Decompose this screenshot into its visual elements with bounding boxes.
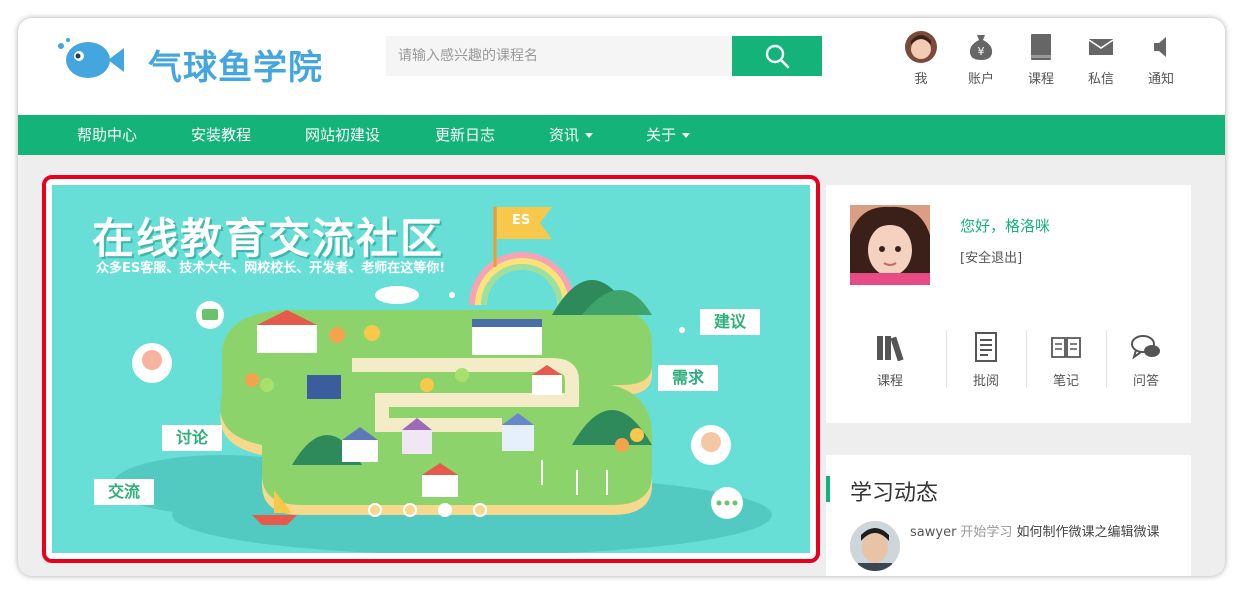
banner-subtitle: 众多ES客服、技术大牛、网校校长、开发者、老师在这等你!	[96, 261, 446, 276]
user-card: 您好，格洛咪 [安全退出] 课程 批阅 笔记 问答	[826, 185, 1191, 423]
nav-item-install-guide[interactable]: 安装教程	[191, 115, 251, 155]
top-icon-label: 通知	[1147, 72, 1174, 87]
app-frame: 气球鱼学院 我	[18, 18, 1225, 576]
header: 气球鱼学院 我	[18, 18, 1225, 115]
top-icon-notifications[interactable]: 通知	[1136, 30, 1186, 87]
quick-link-review[interactable]: 批阅	[946, 330, 1026, 389]
feed-avatar[interactable]	[850, 521, 900, 571]
nav-item-site-setup[interactable]: 网站初建设	[305, 115, 380, 155]
top-icon-label: 我	[914, 72, 928, 87]
nav-item-about[interactable]: 关于	[646, 115, 691, 155]
banner-carousel[interactable]: 在线教育交流社区 众多ES客服、技术大牛、网校校长、开发者、老师在这等你! ES…	[52, 185, 810, 553]
top-icon-label: 私信	[1087, 72, 1114, 87]
feed-username[interactable]: sawyer	[910, 525, 956, 540]
open-book-icon	[1051, 337, 1081, 358]
nav-label: 帮助中心	[77, 126, 138, 144]
svg-text:¥: ¥	[978, 45, 985, 58]
banner-tag-exchange: 交流	[94, 479, 155, 505]
nav-item-changelog[interactable]: 更新日志	[435, 115, 495, 155]
speaker-icon	[1154, 37, 1166, 57]
carousel-dot[interactable]	[368, 503, 382, 517]
chat-bubbles-icon	[1131, 335, 1160, 360]
carousel-dot-active[interactable]	[438, 503, 452, 517]
user-photo-icon	[850, 521, 900, 571]
logo-text: 气球鱼学院	[148, 48, 323, 88]
top-icon-account[interactable]: ¥ 账户	[956, 30, 1006, 87]
carousel-dot[interactable]	[403, 503, 417, 517]
feed-content[interactable]: 如何制作微课之编辑微课	[1016, 525, 1159, 540]
search-bar	[386, 36, 822, 76]
search-icon	[765, 44, 790, 69]
nav-label: 安装教程	[191, 126, 252, 144]
user-avatar-icon	[905, 31, 937, 63]
quick-link-label: 笔记	[1052, 374, 1079, 389]
nav-label: 资讯	[549, 126, 580, 144]
top-icon-messages[interactable]: 私信	[1076, 30, 1126, 87]
document-icon	[975, 332, 997, 362]
search-button[interactable]	[732, 36, 822, 76]
banner-highlight-frame: 在线教育交流社区 众多ES客服、技术大牛、网校校长、开发者、老师在这等你! ES…	[42, 175, 820, 563]
feed-title: 学习动态	[850, 481, 939, 506]
books-icon	[877, 336, 904, 361]
search-input[interactable]	[386, 36, 732, 76]
banner-tag-requirement: 需求	[658, 365, 719, 391]
quick-link-notes[interactable]: 笔记	[1026, 330, 1106, 389]
top-icon-me[interactable]: 我	[896, 30, 946, 87]
carousel-dot[interactable]	[473, 503, 487, 517]
chevron-down-icon	[682, 133, 691, 138]
nav-item-news[interactable]: 资讯	[549, 115, 594, 155]
nav-item-help[interactable]: 帮助中心	[77, 115, 137, 155]
top-icon-course[interactable]: 课程	[1016, 30, 1066, 87]
section-accent-bar	[826, 476, 830, 502]
quick-link-label: 课程	[876, 374, 903, 389]
banner-tag-suggestion: 建议	[700, 309, 761, 335]
chevron-down-icon	[585, 133, 594, 138]
money-bag-icon: ¥	[969, 35, 993, 60]
learning-feed: 学习动态 sawyer 开始学习 如何制作微课之编辑微课	[826, 455, 1191, 576]
quick-link-label: 问答	[1132, 374, 1159, 389]
book-icon	[1031, 34, 1051, 60]
quick-links: 课程 批阅 笔记 问答	[850, 330, 1170, 390]
quick-link-qa[interactable]: 问答	[1106, 330, 1186, 389]
user-avatar[interactable]	[850, 205, 930, 285]
top-icon-bar: 我 ¥ 账户 课程 私信 通知	[896, 30, 1196, 100]
main-nav: 帮助中心 安装教程 网站初建设 更新日志 资讯 关于	[18, 115, 1225, 155]
logo[interactable]: 气球鱼学院	[56, 36, 322, 88]
feed-action: 开始学习	[960, 525, 1013, 540]
top-icon-label: 课程	[1027, 72, 1054, 87]
nav-label: 关于	[646, 126, 677, 144]
quick-link-label: 批阅	[972, 374, 999, 389]
nav-label: 更新日志	[435, 126, 496, 144]
mail-icon	[1088, 39, 1114, 55]
nav-label: 网站初建设	[305, 126, 381, 144]
logout-link[interactable]: [安全退出]	[960, 247, 1022, 266]
top-icon-label: 账户	[967, 72, 994, 87]
feed-item: sawyer 开始学习 如何制作微课之编辑微课	[910, 523, 1180, 543]
user-greeting: 您好，格洛咪	[960, 217, 1051, 235]
user-photo-icon	[850, 205, 930, 285]
banner-flag-text: ES	[512, 213, 531, 228]
fish-logo-icon	[58, 38, 124, 78]
quick-link-courses[interactable]: 课程	[850, 330, 930, 389]
banner-tag-discussion: 讨论	[162, 425, 223, 451]
